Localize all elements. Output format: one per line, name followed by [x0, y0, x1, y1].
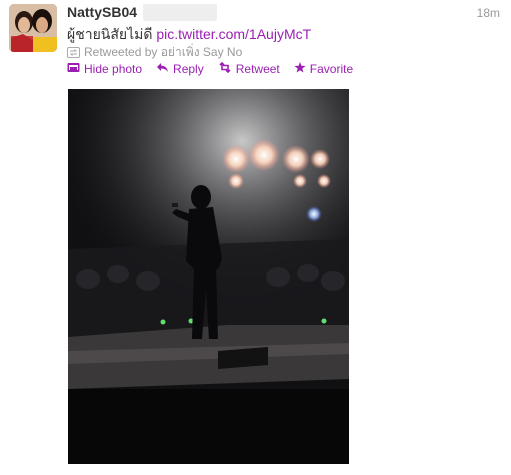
retweet-label: Retweet — [235, 62, 280, 76]
avatar[interactable] — [9, 4, 57, 52]
author-name[interactable]: NattySB04 — [67, 4, 137, 20]
timestamp[interactable]: 18m — [477, 6, 500, 20]
hide-photo-label: Hide photo — [84, 62, 143, 76]
photo-icon — [67, 62, 84, 76]
star-icon — [294, 62, 310, 76]
retweeted-icon — [67, 47, 80, 58]
tweet: NattySB04 18m ผู้ชายนิสัยไม่ดี pic.twitt… — [0, 0, 511, 475]
tweet-actions: Hide photo Reply Retweet Favorite — [67, 61, 367, 76]
favorite-button[interactable]: Favorite — [294, 62, 353, 76]
reply-icon — [156, 62, 173, 76]
retweet-icon — [218, 61, 236, 76]
retweet-button[interactable]: Retweet — [218, 61, 280, 76]
tweet-body: ผู้ชายนิสัยไม่ดี — [67, 26, 153, 42]
hide-photo-button[interactable]: Hide photo — [67, 62, 142, 76]
retweeted-by-label: Retweeted by อย่าเพิ่ง Say No — [84, 45, 243, 59]
tweet-photo[interactable] — [68, 89, 349, 464]
reply-button[interactable]: Reply — [156, 62, 204, 76]
favorite-label: Favorite — [309, 62, 354, 76]
retweet-line: Retweeted by อย่าเพิ่ง Say No — [67, 43, 242, 62]
screen-name-redacted — [143, 4, 217, 21]
tweet-link[interactable]: pic.twitter.com/1AujyMcT — [156, 26, 311, 42]
reply-label: Reply — [173, 62, 204, 76]
